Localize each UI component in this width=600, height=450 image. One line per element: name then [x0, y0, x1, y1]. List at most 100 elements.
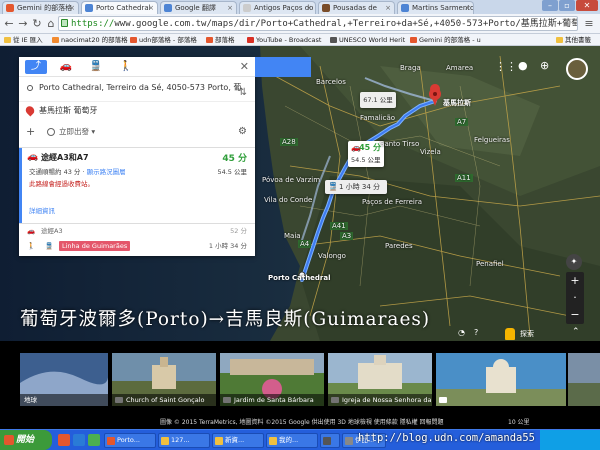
road-label: A28: [280, 138, 298, 146]
pin-icon: [23, 104, 37, 117]
favicon-icon: [6, 4, 14, 12]
mode-transit-icon[interactable]: 🚆: [85, 60, 107, 74]
bookmark-item[interactable]: YouTube - Broadcast: [247, 34, 321, 45]
place-label: Felgueiras: [474, 136, 510, 144]
clock-icon: [47, 128, 55, 136]
transit-line-badge: Linha de Guimarães: [59, 241, 131, 251]
close-tab-icon[interactable]: ×: [69, 2, 75, 14]
taskbar-item[interactable]: [320, 433, 340, 448]
taskbar-item[interactable]: Porto...: [104, 433, 156, 448]
video-caption: 葡萄牙波爾多(Porto)→吉馬良斯(Guimaraes): [20, 309, 431, 330]
bookmark-item[interactable]: Gemini 的部落格 - u: [410, 34, 481, 45]
apps-grid-icon[interactable]: ⋮⋮: [495, 60, 517, 73]
route-options-icon[interactable]: ⚙: [238, 124, 247, 140]
info-icon[interactable]: ◔: [458, 328, 465, 337]
share-icon[interactable]: ⊕: [540, 59, 549, 72]
home-icon[interactable]: ⌂: [44, 17, 58, 30]
photo-thumbnail[interactable]: Igreja de Nossa Senhora da: [328, 353, 432, 406]
mode-walk-icon[interactable]: 🚶: [115, 60, 137, 74]
close-tab-icon[interactable]: ×: [306, 2, 312, 14]
route-option-transit[interactable]: 🚶 🚆 Linha de Guimarães 1 小時 34 分: [19, 239, 255, 253]
browser-tab-martins[interactable]: Martins Sarmento ×: [397, 1, 474, 14]
taskbar-item[interactable]: 新資...: [212, 433, 264, 448]
windows-logo-icon: [4, 435, 14, 445]
folder-icon: [269, 437, 277, 445]
compass-icon[interactable]: ✦: [566, 254, 582, 270]
notifications-icon[interactable]: ●: [518, 59, 528, 72]
photo-thumbnail[interactable]: [568, 353, 600, 406]
road-label: A7: [455, 118, 469, 126]
chevron-up-icon[interactable]: ⌃: [572, 327, 580, 337]
forward-icon[interactable]: →: [16, 17, 30, 30]
photo-thumbnail[interactable]: [436, 353, 566, 406]
details-link[interactable]: 詳細資訊: [29, 205, 55, 215]
other-bookmarks[interactable]: 其他書籤: [556, 34, 591, 45]
bookmark-favicon-icon: [130, 37, 137, 43]
pegman-icon[interactable]: [505, 328, 515, 340]
browser-tab-porto-cathedral[interactable]: Porto Cathedral ×: [81, 1, 158, 14]
origin-input[interactable]: Porto Cathedral, Terreiro da Sé, 4050-57…: [19, 79, 255, 97]
minimize-icon[interactable]: –: [542, 0, 558, 11]
close-tab-icon[interactable]: ×: [227, 2, 233, 14]
back-icon[interactable]: ←: [2, 17, 16, 30]
road-label: A3: [340, 232, 354, 240]
quicklaunch-icon[interactable]: [88, 434, 100, 446]
bookmark-item[interactable]: UNESCO World Herit: [330, 34, 405, 45]
taskbar-item[interactable]: 我的...: [266, 433, 318, 448]
traffic-summary: 交通順暢約 43 分 · 顯示路況圖層: [29, 168, 126, 176]
zoom-out-icon[interactable]: −: [566, 306, 584, 323]
zoom-dot-icon: ·: [573, 291, 577, 304]
photo-thumbnail[interactable]: Jardim de Santa Bárbara: [220, 353, 324, 406]
close-tab-icon[interactable]: ×: [464, 2, 470, 14]
swap-icon[interactable]: ⇅: [239, 87, 247, 98]
transit-time-bubble[interactable]: 🚆 1 小時 34 分: [325, 180, 387, 194]
bookmark-item[interactable]: 從 IE 匯入: [4, 34, 43, 45]
alt-route-bubble[interactable]: 67.1 公里: [360, 92, 396, 108]
place-label: Braga: [400, 64, 421, 72]
folder-icon: [206, 37, 213, 43]
page-favicon-icon: [322, 4, 330, 12]
maps-favicon-icon: [85, 4, 93, 12]
destination-label: 基馬拉斯: [443, 99, 471, 107]
traffic-layer-link[interactable]: 顯示路況圖層: [87, 168, 126, 176]
start-button[interactable]: 開始: [0, 430, 52, 450]
route-option-1[interactable]: 🚗 途經A3和A7 45 分 交通順暢約 43 分 · 顯示路況圖層 54.5 …: [19, 147, 255, 223]
mode-drive-icon[interactable]: 🚗: [55, 60, 77, 74]
close-window-icon[interactable]: ✕: [576, 0, 598, 11]
drive-time-bubble[interactable]: 🚗 45 分 54.5 公里: [348, 141, 384, 167]
ie-icon[interactable]: [73, 434, 85, 446]
zoom-in-icon[interactable]: +: [566, 272, 584, 289]
help-icon[interactable]: ?: [474, 328, 478, 337]
place-label: Póvoa de Varzim: [262, 176, 321, 184]
car-icon: 🚗: [27, 152, 39, 162]
bookmark-item[interactable]: udn部落格 - 部落格: [130, 34, 197, 45]
bookmark-item[interactable]: 部落格: [206, 34, 235, 45]
maximize-icon[interactable]: ▫: [559, 0, 575, 11]
browser-tab-antigos[interactable]: Antigos Paços do ×: [239, 1, 316, 14]
bookmark-item[interactable]: naocimat20 的部落格: [52, 34, 128, 45]
close-tab-icon[interactable]: ×: [385, 2, 391, 14]
menu-icon[interactable]: ≡: [582, 17, 596, 30]
photo-image: [568, 353, 600, 406]
mode-best-route[interactable]: ⤴: [25, 60, 47, 74]
place-label: Amarea: [446, 64, 474, 72]
reload-icon[interactable]: ↻: [30, 17, 44, 30]
browser-tab-google-translate[interactable]: Google 翻譯 ×: [160, 1, 237, 14]
avatar[interactable]: [566, 58, 588, 80]
url-field[interactable]: https://www.google.com.tw/maps/dir/Porto…: [58, 16, 578, 31]
browser-tab-pousadas[interactable]: Pousadas de ×: [318, 1, 395, 14]
taskbar-item[interactable]: 127...: [158, 433, 210, 448]
place-label: Vizela: [420, 148, 441, 156]
photo-thumbnail[interactable]: Church of Saint Gonçalo: [112, 353, 216, 406]
destination-input[interactable]: 基馬拉斯 葡萄牙: [19, 101, 255, 119]
add-destination-icon[interactable]: +: [26, 124, 35, 140]
close-tab-icon[interactable]: ×: [148, 2, 154, 14]
lock-icon: [61, 19, 68, 27]
close-icon[interactable]: ✕: [240, 60, 249, 73]
route-option-2[interactable]: 🚗 途經A3 52 分: [19, 223, 255, 237]
chrome-icon[interactable]: [58, 434, 70, 446]
depart-time-select[interactable]: 立即出發 ▾: [59, 124, 95, 140]
browser-tab-gemini[interactable]: Gemini 的部落格 ×: [2, 1, 79, 14]
photo-thumbnail[interactable]: 地球: [20, 353, 108, 406]
explore-label[interactable]: 探索: [520, 329, 534, 339]
